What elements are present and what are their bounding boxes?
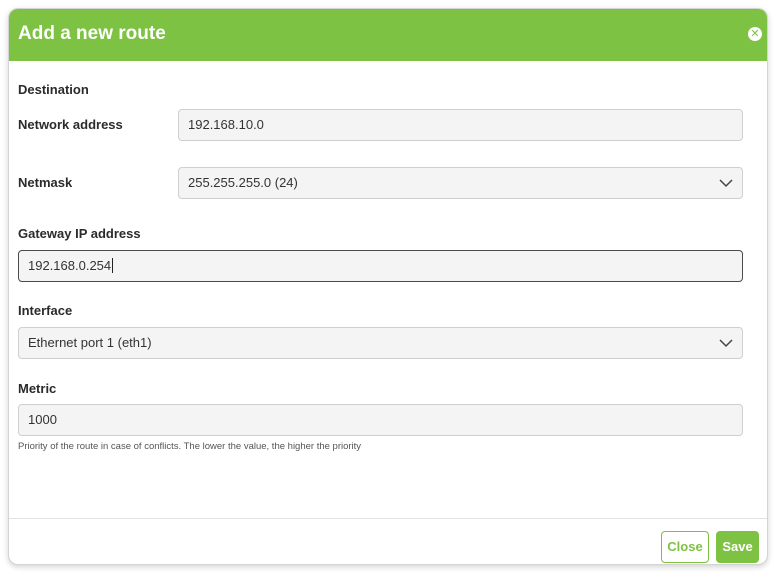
close-icon[interactable]: ✕ bbox=[748, 27, 762, 41]
network-address-label: Network address bbox=[18, 117, 123, 132]
metric-input[interactable]: 1000 bbox=[18, 404, 743, 436]
close-button[interactable]: Close bbox=[661, 531, 709, 563]
network-address-input[interactable]: 192.168.10.0 bbox=[178, 109, 743, 141]
dialog-header: Add a new route ✕ bbox=[9, 9, 767, 61]
network-address-value: 192.168.10.0 bbox=[188, 117, 264, 132]
metric-label: Metric bbox=[18, 381, 57, 396]
interface-label: Interface bbox=[18, 303, 73, 318]
netmask-select[interactable]: 255.255.255.0 (24) bbox=[178, 167, 743, 199]
gateway-value: 192.168.0.254 bbox=[28, 258, 112, 273]
gateway-input[interactable]: 192.168.0.254 bbox=[18, 250, 743, 282]
interface-value: Ethernet port 1 (eth1) bbox=[28, 335, 152, 350]
metric-value: 1000 bbox=[28, 412, 57, 427]
add-route-dialog: Add a new route ✕ Destination Network ad… bbox=[8, 8, 768, 565]
interface-select[interactable]: Ethernet port 1 (eth1) bbox=[18, 327, 743, 359]
save-button[interactable]: Save bbox=[716, 531, 759, 563]
chevron-down-icon bbox=[719, 179, 733, 188]
dialog-title: Add a new route bbox=[18, 23, 166, 44]
chevron-down-icon bbox=[719, 339, 733, 348]
destination-section-label: Destination bbox=[18, 82, 89, 97]
footer-divider bbox=[9, 518, 767, 519]
text-cursor bbox=[112, 258, 114, 274]
metric-hint: Priority of the route in case of conflic… bbox=[18, 441, 362, 452]
gateway-label: Gateway IP address bbox=[18, 226, 141, 241]
netmask-label: Netmask bbox=[18, 175, 73, 190]
netmask-value: 255.255.255.0 (24) bbox=[188, 175, 298, 190]
